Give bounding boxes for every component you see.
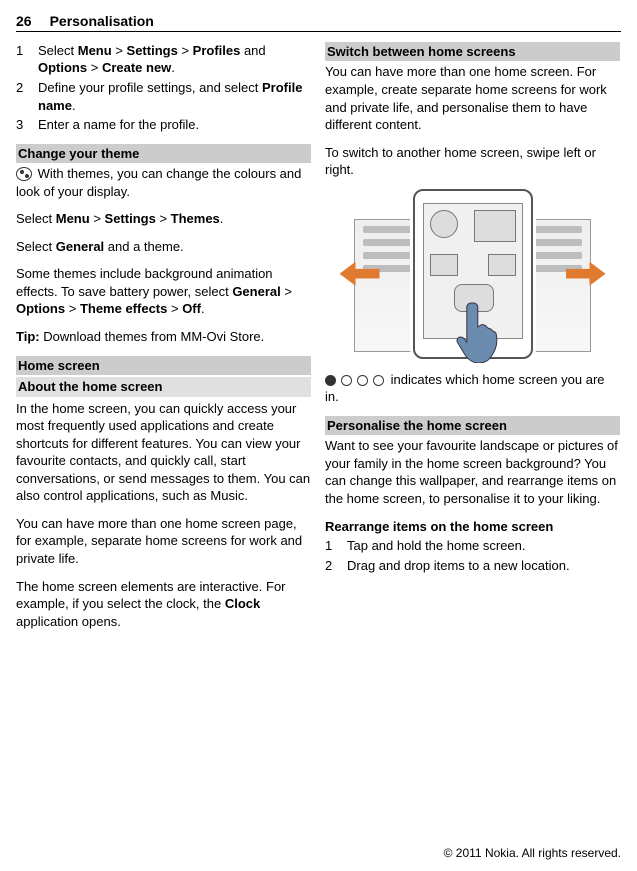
content-columns: 1 Select Menu > Settings > Profiles and … — [16, 42, 621, 640]
switch-p2: To switch to another home screen, swipe … — [325, 144, 620, 179]
theme-effects: Some themes include background animation… — [16, 265, 311, 318]
copyright-footer: © 2011 Nokia. All rights reserved. — [444, 845, 621, 861]
about-home-p3: The home screen elements are interactive… — [16, 578, 311, 631]
list-item: 2 Define your profile settings, and sele… — [16, 79, 311, 114]
step-number: 1 — [325, 537, 347, 555]
swipe-illustration — [338, 189, 608, 359]
step-text: Tap and hold the home screen. — [347, 537, 620, 555]
step-text: Drag and drop items to a new location. — [347, 557, 620, 575]
theme-select-general: Select General and a theme. — [16, 238, 311, 256]
right-column: Switch between home screens You can have… — [325, 42, 620, 640]
indicator-text: indicates which home screen you are in. — [325, 371, 620, 406]
step-number: 2 — [325, 557, 347, 575]
step-number: 2 — [16, 79, 38, 114]
list-item: 3 Enter a name for the profile. — [16, 116, 311, 134]
page-indicator-icon — [325, 375, 384, 386]
theme-tip: Tip: Download themes from MM-Ovi Store. — [16, 328, 311, 346]
step-text: Define your profile settings, and select… — [38, 79, 311, 114]
page-number: 26 — [16, 12, 32, 31]
arrow-left-icon — [340, 262, 380, 286]
section-heading-change-theme: Change your theme — [16, 144, 311, 164]
step-number: 1 — [16, 42, 38, 77]
section-heading-home-screen: Home screen — [16, 356, 311, 376]
left-column: 1 Select Menu > Settings > Profiles and … — [16, 42, 311, 640]
list-item: 1 Select Menu > Settings > Profiles and … — [16, 42, 311, 77]
chapter-title: Personalisation — [50, 12, 154, 31]
step-number: 3 — [16, 116, 38, 134]
switch-p1: You can have more than one home screen. … — [325, 63, 620, 133]
step-text: Enter a name for the profile. — [38, 116, 311, 134]
rearrange-title: Rearrange items on the home screen — [325, 518, 620, 536]
hand-icon — [453, 301, 501, 363]
theme-path: Select Menu > Settings > Themes. — [16, 210, 311, 228]
section-subheading-about: About the home screen — [16, 377, 311, 397]
palette-icon — [16, 167, 32, 181]
list-item: 2 Drag and drop items to a new location. — [325, 557, 620, 575]
list-item: 1 Tap and hold the home screen. — [325, 537, 620, 555]
personalise-p1: Want to see your favourite landscape or … — [325, 437, 620, 507]
about-home-p1: In the home screen, you can quickly acce… — [16, 400, 311, 505]
section-heading-switch: Switch between home screens — [325, 42, 620, 62]
theme-intro: With themes, you can change the colours … — [16, 165, 311, 200]
section-heading-personalise: Personalise the home screen — [325, 416, 620, 436]
step-text: Select Menu > Settings > Profiles and Op… — [38, 42, 311, 77]
page-header: 26 Personalisation — [16, 12, 621, 32]
about-home-p2: You can have more than one home screen p… — [16, 515, 311, 568]
arrow-right-icon — [566, 262, 606, 286]
